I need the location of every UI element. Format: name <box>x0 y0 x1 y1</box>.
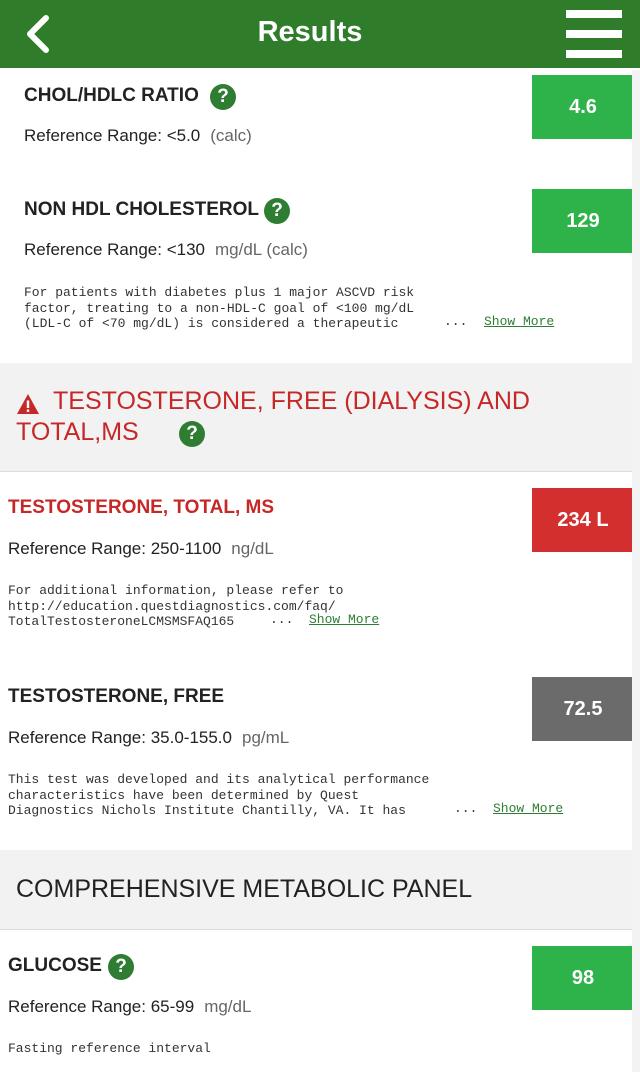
result-value-badge: 129 <box>532 189 634 253</box>
reference-unit: mg/dL <box>204 997 252 1016</box>
result-item-chol-hdlc-ratio: CHOL/HDLC RATIO ? Reference Range: <5.0 (… <box>0 68 640 168</box>
result-item-testosterone-total: TESTOSTERONE, TOTAL, MS Reference Range:… <box>0 472 640 662</box>
reference-range: Reference Range: 65-99 mg/dL <box>8 997 251 1017</box>
result-value-badge: 72.5 <box>532 677 634 741</box>
section-title-line-1: TESTOSTERONE, FREE (DIALYSIS) AND <box>53 387 530 415</box>
test-name: NON HDL CHOLESTEROL <box>24 199 260 220</box>
result-note: Fasting reference interval <box>8 1041 211 1056</box>
help-icon[interactable]: ? <box>108 954 134 980</box>
result-value-badge: 98 <box>532 946 634 1010</box>
reference-range: Reference Range: 35.0-155.0 pg/mL <box>8 728 289 748</box>
reference-range-text: Reference Range: 65-99 <box>8 997 195 1016</box>
hamburger-menu-icon[interactable] <box>566 10 622 58</box>
reference-range: Reference Range: <130 mg/dL (calc) <box>24 240 308 260</box>
note-ellipsis: ... <box>270 612 294 627</box>
show-more-link[interactable]: Show More <box>309 612 379 627</box>
reference-range-text: Reference Range: 250-1100 <box>8 539 222 558</box>
reference-range-text: Reference Range: 35.0-155.0 <box>8 728 232 747</box>
note-ellipsis: ... <box>444 314 468 329</box>
test-name: GLUCOSE <box>8 955 102 976</box>
result-note: For patients with diabetes plus 1 major … <box>24 285 415 331</box>
reference-unit: (calc) <box>210 126 252 145</box>
result-note: This test was developed and its analytic… <box>8 772 430 818</box>
note-ellipsis: ... <box>454 801 478 816</box>
show-more-link[interactable]: Show More <box>484 314 554 329</box>
reference-range: Reference Range: <5.0 (calc) <box>24 126 252 146</box>
help-icon[interactable]: ? <box>179 421 205 447</box>
scrollbar[interactable] <box>632 70 640 1072</box>
reference-range-text: Reference Range: <130 <box>24 240 205 259</box>
result-item-glucose: GLUCOSE ? Reference Range: 65-99 mg/dL 98… <box>0 930 640 1072</box>
result-value-badge: 4.6 <box>532 75 634 139</box>
reference-unit: ng/dL <box>231 539 274 558</box>
result-value-badge: 234 L <box>532 488 634 552</box>
reference-unit: pg/mL <box>242 728 290 747</box>
reference-unit: mg/dL (calc) <box>215 240 308 259</box>
help-icon[interactable]: ? <box>210 84 236 110</box>
result-item-testosterone-free: TESTOSTERONE, FREE Reference Range: 35.0… <box>0 662 640 850</box>
show-more-link[interactable]: Show More <box>493 801 563 816</box>
warning-icon <box>17 394 39 414</box>
section-title-line-2: TOTAL,MS <box>16 418 139 446</box>
section-header-comprehensive-metabolic-panel: COMPREHENSIVE METABOLIC PANEL <box>0 850 640 930</box>
test-name: TESTOSTERONE, TOTAL, MS <box>8 497 275 518</box>
result-item-non-hdl-cholesterol: NON HDL CHOLESTEROL ? Reference Range: <… <box>0 168 640 363</box>
test-name: TESTOSTERONE, FREE <box>8 686 225 707</box>
section-header-testosterone: TESTOSTERONE, FREE (DIALYSIS) AND TOTAL,… <box>0 363 640 472</box>
help-icon[interactable]: ? <box>264 198 290 224</box>
page-title: Results <box>257 16 363 48</box>
app-bar: Results <box>0 0 640 68</box>
test-name: CHOL/HDLC RATIO <box>24 85 199 106</box>
reference-range-text: Reference Range: <5.0 <box>24 126 201 145</box>
reference-range: Reference Range: 250-1100 ng/dL <box>8 539 274 559</box>
section-title: COMPREHENSIVE METABOLIC PANEL <box>16 875 473 903</box>
